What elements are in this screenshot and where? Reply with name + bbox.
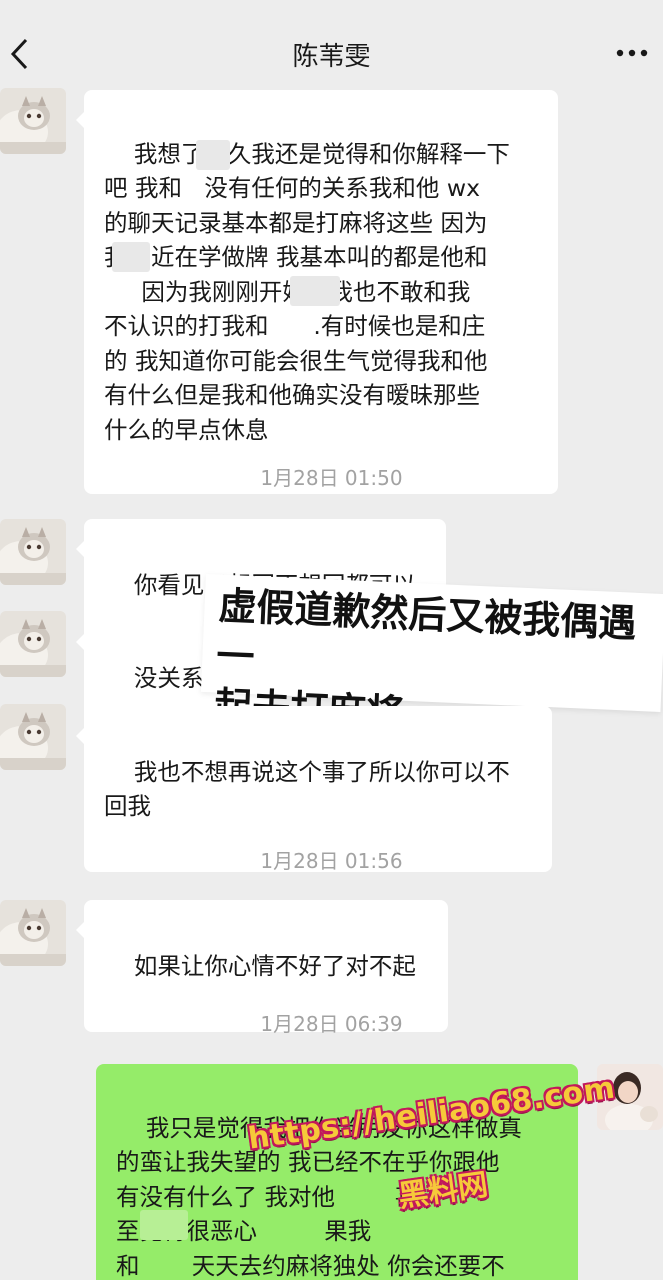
redaction-mark (140, 1210, 188, 1240)
kitten-avatar-image (0, 611, 66, 677)
contact-avatar[interactable] (0, 900, 66, 966)
redaction-mark (112, 242, 150, 272)
more-button[interactable] (615, 44, 649, 62)
chat-screen: 陈苇雯 我想了很久我还是觉得和你解释一下 吧 我和 没有任何的关系我和他 wx … (0, 0, 663, 1280)
redaction-mark (196, 140, 230, 170)
redaction-mark (290, 276, 340, 306)
kitten-avatar-image (0, 704, 66, 770)
message-text: 我也不想再说这个事了所以你可以不 回我 (104, 757, 510, 821)
kitten-avatar-image (0, 519, 66, 585)
kitten-avatar-image (0, 88, 66, 154)
message-text: 如果让你心情不好了对不起 (133, 951, 416, 980)
more-dots-icon (616, 49, 648, 57)
timestamp: 1月28日 06:39 (260, 1012, 403, 1036)
chat-title: 陈苇雯 (292, 42, 371, 72)
timestamp: 1月28日 01:56 (260, 849, 403, 873)
timestamp: 1月28日 01:50 (260, 466, 403, 490)
kitten-avatar-image (0, 900, 66, 966)
annotation-label: 虚假道歉然后又被我偶遇一 起去打麻将 (200, 574, 663, 736)
contact-avatar[interactable] (0, 519, 66, 585)
message-text: 没关系 (133, 663, 205, 692)
contact-avatar[interactable] (0, 88, 66, 154)
contact-avatar[interactable] (0, 704, 66, 770)
contact-avatar[interactable] (0, 611, 66, 677)
